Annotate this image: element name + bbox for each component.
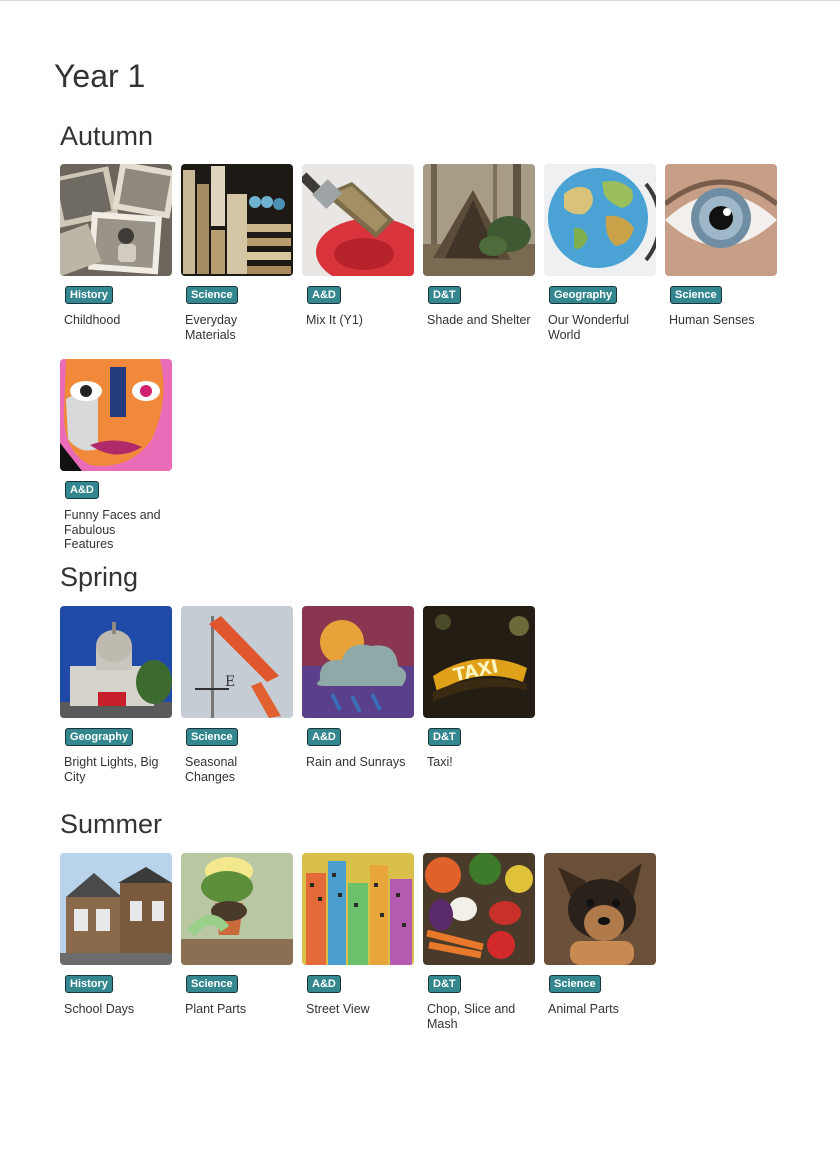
taxi-sign-image: TAXI xyxy=(423,606,535,718)
unit-card[interactable]: History Childhood xyxy=(60,164,173,328)
unit-title: Seasonal Changes xyxy=(185,755,238,784)
collage-face-image xyxy=(60,359,172,471)
unit-card[interactable]: A&D Street View xyxy=(302,853,415,1017)
paintbrush-image xyxy=(302,164,414,276)
potted-plant-image xyxy=(181,853,293,965)
page-title: Year 1 xyxy=(54,58,146,94)
subject-tag: Science xyxy=(549,975,601,993)
puppy-image xyxy=(544,853,656,965)
st-pauls-cathedral-image xyxy=(60,606,172,718)
subject-tag: Geography xyxy=(549,286,618,304)
top-divider xyxy=(0,0,840,1)
subject-tag: D&T xyxy=(428,728,461,746)
subject-tag: D&T xyxy=(428,975,461,993)
unit-card[interactable]: Geography Our Wonderful World xyxy=(544,164,657,342)
subject-tag: A&D xyxy=(307,975,341,993)
unit-title: Human Senses xyxy=(669,313,755,327)
subject-tag: Science xyxy=(186,975,238,993)
unit-title: School Days xyxy=(64,1002,135,1016)
term-heading-autumn: Autumn xyxy=(60,121,154,151)
old-photographs-image xyxy=(60,164,172,276)
unit-title: Bright Lights, Big City xyxy=(64,755,159,784)
subject-tag: Geography xyxy=(65,728,134,746)
woodland-shelter-image xyxy=(423,164,535,276)
unit-title: Mix It (Y1) xyxy=(306,313,363,327)
unit-card[interactable]: A&D Funny Faces and Fabulous Features xyxy=(60,359,173,552)
subject-tag: History xyxy=(65,286,113,304)
unit-title: Animal Parts xyxy=(548,1002,619,1016)
unit-card[interactable]: Science Plant Parts xyxy=(181,853,294,1017)
unit-title: Funny Faces and Fabulous Features xyxy=(64,508,161,551)
unit-card[interactable]: Science Animal Parts xyxy=(544,853,657,1017)
unit-card[interactable]: D&T Chop, Slice and Mash xyxy=(423,853,536,1031)
material-shelves-image xyxy=(181,164,293,276)
unit-title: Childhood xyxy=(64,313,121,327)
subject-tag: Science xyxy=(670,286,722,304)
subject-tag: Science xyxy=(186,286,238,304)
unit-title: Rain and Sunrays xyxy=(306,755,406,769)
windsock-image: E xyxy=(181,606,293,718)
subject-tag: D&T xyxy=(428,286,461,304)
subject-tag: A&D xyxy=(65,481,99,499)
unit-title: Street View xyxy=(306,1002,370,1016)
eye-image xyxy=(665,164,777,276)
city-drawing-image xyxy=(302,853,414,965)
unit-title: Shade and Shelter xyxy=(427,313,531,327)
unit-card[interactable]: Science Everyday Materials xyxy=(181,164,294,342)
unit-card[interactable]: A&D Mix It (Y1) xyxy=(302,164,415,328)
unit-title: Taxi! xyxy=(427,755,453,769)
subject-tag: Science xyxy=(186,728,238,746)
subject-tag: A&D xyxy=(307,286,341,304)
school-building-image xyxy=(60,853,172,965)
svg-text:E: E xyxy=(225,674,235,690)
unit-card[interactable]: Science Human Senses xyxy=(665,164,778,328)
unit-card[interactable]: A&D Rain and Sunrays xyxy=(302,606,415,770)
unit-title: Chop, Slice and Mash xyxy=(427,1002,516,1031)
vegetables-image xyxy=(423,853,535,965)
unit-title: Everyday Materials xyxy=(185,313,238,342)
unit-card[interactable]: TAXI D&T Taxi! xyxy=(423,606,536,770)
term-heading-spring: Spring xyxy=(60,562,139,592)
subject-tag: History xyxy=(65,975,113,993)
unit-title: Plant Parts xyxy=(185,1002,247,1016)
unit-card[interactable]: D&T Shade and Shelter xyxy=(423,164,536,328)
globe-image xyxy=(544,164,656,276)
term-heading-summer: Summer xyxy=(60,809,163,839)
unit-card[interactable]: Geography Bright Lights, Big City xyxy=(60,606,173,784)
subject-tag: A&D xyxy=(307,728,341,746)
unit-title: Our Wonderful World xyxy=(548,313,630,342)
unit-card[interactable]: E Science Seasonal Changes xyxy=(181,606,294,784)
unit-card[interactable]: History School Days xyxy=(60,853,173,1017)
cloud-print-image xyxy=(302,606,414,718)
